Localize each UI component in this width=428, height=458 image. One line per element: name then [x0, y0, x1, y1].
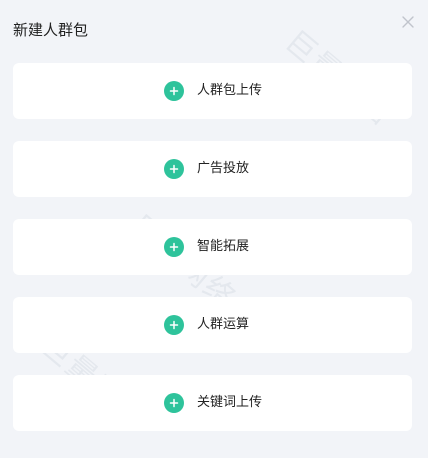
close-icon[interactable]	[398, 12, 418, 32]
plus-circle-icon	[164, 237, 184, 257]
plus-circle-icon	[164, 393, 184, 413]
plus-circle-icon	[164, 315, 184, 335]
new-audience-dialog: 新建人群包 巨量网络 巨量网络 巨量网络 人群包上传	[0, 0, 428, 458]
plus-circle-icon	[164, 159, 184, 179]
option-label: 人群运算	[197, 317, 250, 332]
plus-circle-icon	[164, 81, 184, 101]
option-audience-upload[interactable]: 人群包上传	[13, 63, 412, 119]
option-keyword-upload[interactable]: 关键词上传	[13, 375, 412, 431]
option-audience-operation[interactable]: 人群运算	[13, 297, 412, 353]
option-smart-expansion[interactable]: 智能拓展	[13, 219, 412, 275]
option-label: 智能拓展	[197, 239, 250, 254]
option-list: 人群包上传 广告投放 智能拓展 人群运算 关键词上传	[13, 63, 412, 453]
option-label: 人群包上传	[197, 83, 263, 98]
option-label: 广告投放	[197, 161, 250, 176]
option-ad-delivery[interactable]: 广告投放	[13, 141, 412, 197]
option-label: 关键词上传	[197, 395, 263, 410]
dialog-title: 新建人群包	[13, 21, 89, 39]
